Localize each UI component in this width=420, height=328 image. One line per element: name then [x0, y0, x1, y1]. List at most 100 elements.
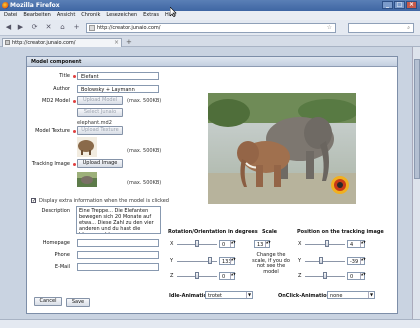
url-input[interactable]: http://creator.junaio.com/ ☆: [86, 23, 336, 33]
home-icon[interactable]: ⌂: [58, 23, 67, 32]
display-extra-label: Display extra information when the model…: [39, 198, 169, 204]
tab-close-icon[interactable]: ×: [114, 39, 119, 46]
position-x-value: 4: [350, 242, 354, 248]
homepage-input[interactable]: [77, 239, 159, 247]
position-y-input[interactable]: -39 ▲▼: [347, 257, 366, 265]
menu-datei[interactable]: Datei: [4, 12, 17, 20]
position-z-input[interactable]: 0 ▲▼: [347, 272, 366, 280]
close-window-button[interactable]: ×: [406, 1, 417, 9]
spinner-arrows-icon[interactable]: ▲▼: [230, 258, 236, 264]
rotation-z-input[interactable]: 0 ▲▼: [219, 272, 236, 280]
required-dot: [73, 75, 76, 78]
rotation-z-knob[interactable]: [195, 272, 199, 279]
rotation-y-slider[interactable]: [177, 257, 217, 264]
author-input[interactable]: Bolowsky + Laymann: [77, 85, 159, 93]
max-model-note: (max. 500KB): [127, 98, 162, 104]
minimize-button[interactable]: _: [382, 1, 393, 9]
menu-chronik[interactable]: Chronik: [81, 12, 100, 20]
idle-animation-select[interactable]: trotet ▼: [205, 291, 253, 299]
idle-animation-value: trotet: [208, 293, 222, 299]
statusbar: [0, 319, 420, 328]
onclick-animation-value: none: [330, 293, 343, 299]
scale-note: Change the scale, if you do not see the …: [252, 252, 290, 275]
tab-label: http://creator.junaio.com/: [12, 40, 76, 46]
menubar: Datei Bearbeiten Ansicht Chronik Lesezei…: [0, 11, 420, 20]
position-y-slider[interactable]: [305, 257, 345, 264]
spinner-arrows-icon[interactable]: ▲▼: [360, 241, 366, 247]
texture-label: Model Texture: [35, 128, 70, 134]
position-z-slider[interactable]: [305, 272, 345, 279]
position-y-label: Y: [298, 258, 302, 264]
position-z-knob[interactable]: [323, 272, 327, 279]
select-junaio-button[interactable]: Select Junaio: [77, 108, 123, 117]
chevron-down-icon[interactable]: ▼: [368, 292, 374, 298]
rotation-x-slider[interactable]: [177, 240, 217, 247]
vertical-scrollbar[interactable]: [412, 47, 420, 319]
texture-thumbnail: [77, 137, 97, 157]
email-label: E-Mail: [54, 264, 70, 270]
maximize-button[interactable]: □: [394, 1, 405, 9]
required-dot: [73, 163, 76, 166]
max-texture-note: (max. 500KB): [127, 148, 162, 154]
position-y-knob[interactable]: [319, 257, 324, 264]
display-extra-checkbox[interactable]: ✓: [31, 198, 36, 204]
add-tab-icon[interactable]: +: [72, 23, 81, 32]
description-textarea[interactable]: Eine Treppe... Die Elefanten bewegen sic…: [76, 206, 161, 234]
scale-spinner-icon[interactable]: ▲▼: [265, 241, 271, 247]
stop-icon[interactable]: ✕: [44, 23, 53, 32]
position-x-knob[interactable]: [324, 240, 329, 247]
new-tab-button[interactable]: +: [126, 38, 132, 46]
scrollbar-thumb[interactable]: [414, 59, 420, 179]
title-label: Title: [59, 73, 70, 79]
rotation-heading: Rotation/Orientation in degrees: [168, 229, 258, 235]
tab-bar: http://creator.junaio.com/ × +: [0, 36, 420, 47]
search-icon[interactable]: ⌕: [407, 25, 410, 31]
upload-image-button[interactable]: Upload Image: [77, 159, 123, 168]
menu-extras[interactable]: Extras: [143, 12, 159, 20]
title-input[interactable]: Elefant: [77, 72, 159, 80]
forward-icon[interactable]: ▶: [16, 23, 25, 32]
menu-ansicht[interactable]: Ansicht: [57, 12, 75, 20]
window-title: Mozilla Firefox: [10, 2, 60, 9]
save-button[interactable]: Save: [66, 298, 90, 307]
homepage-label: Homepage: [42, 240, 70, 246]
rotation-z-label: Z: [170, 273, 174, 279]
phone-label: Phone: [54, 252, 71, 258]
rotation-y-input[interactable]: 133 ▲▼: [219, 257, 236, 265]
required-dot: [73, 130, 76, 133]
star-icon[interactable]: ☆: [327, 24, 332, 31]
spinner-arrows-icon[interactable]: ▲▼: [360, 258, 366, 264]
reload-icon[interactable]: ⟳: [30, 23, 39, 32]
back-icon[interactable]: ◀: [4, 23, 13, 32]
tab-creator[interactable]: http://creator.junaio.com/ ×: [2, 38, 122, 47]
rotation-x-knob[interactable]: [195, 240, 199, 247]
tab-favicon-icon: [5, 40, 10, 45]
menu-bearbeiten[interactable]: Bearbeiten: [23, 12, 50, 20]
rotation-z-slider[interactable]: [177, 272, 217, 279]
position-heading: Position on the tracking image: [297, 229, 384, 235]
rotation-y-knob[interactable]: [208, 257, 213, 264]
max-image-note: (max. 500KB): [127, 180, 162, 186]
position-x-slider[interactable]: [305, 240, 345, 247]
navigation-toolbar: ◀ ▶ ⟳ ✕ ⌂ + http://creator.junaio.com/ ☆…: [0, 20, 420, 36]
onclick-animation-select[interactable]: none ▼: [327, 291, 375, 299]
upload-texture-button[interactable]: Upload Texture: [77, 126, 123, 135]
rotation-x-input[interactable]: 0 ▲▼: [219, 240, 236, 248]
menu-lesezeichen[interactable]: Lesezeichen: [106, 12, 137, 20]
url-text: http://creator.junaio.com/: [97, 25, 161, 31]
position-z-label: Z: [298, 273, 302, 279]
position-y-value: -39: [350, 259, 359, 265]
spinner-arrows-icon[interactable]: ▲▼: [360, 273, 366, 279]
window-titlebar: Mozilla Firefox _ □ ×: [0, 0, 420, 11]
spinner-arrows-icon[interactable]: ▲▼: [230, 273, 236, 279]
cancel-button[interactable]: Cancel: [34, 297, 62, 306]
tracking-thumbnail: [77, 172, 97, 187]
chevron-down-icon[interactable]: ▼: [246, 292, 252, 298]
scale-input[interactable]: 13 ▲▼: [254, 240, 271, 248]
phone-input[interactable]: [77, 251, 159, 259]
spinner-arrows-icon[interactable]: ▲▼: [230, 241, 236, 247]
upload-model-button[interactable]: Upload Model: [77, 96, 123, 105]
email-input[interactable]: [77, 263, 159, 271]
search-input[interactable]: ⌕: [348, 23, 414, 33]
position-x-input[interactable]: 4 ▲▼: [347, 240, 366, 248]
